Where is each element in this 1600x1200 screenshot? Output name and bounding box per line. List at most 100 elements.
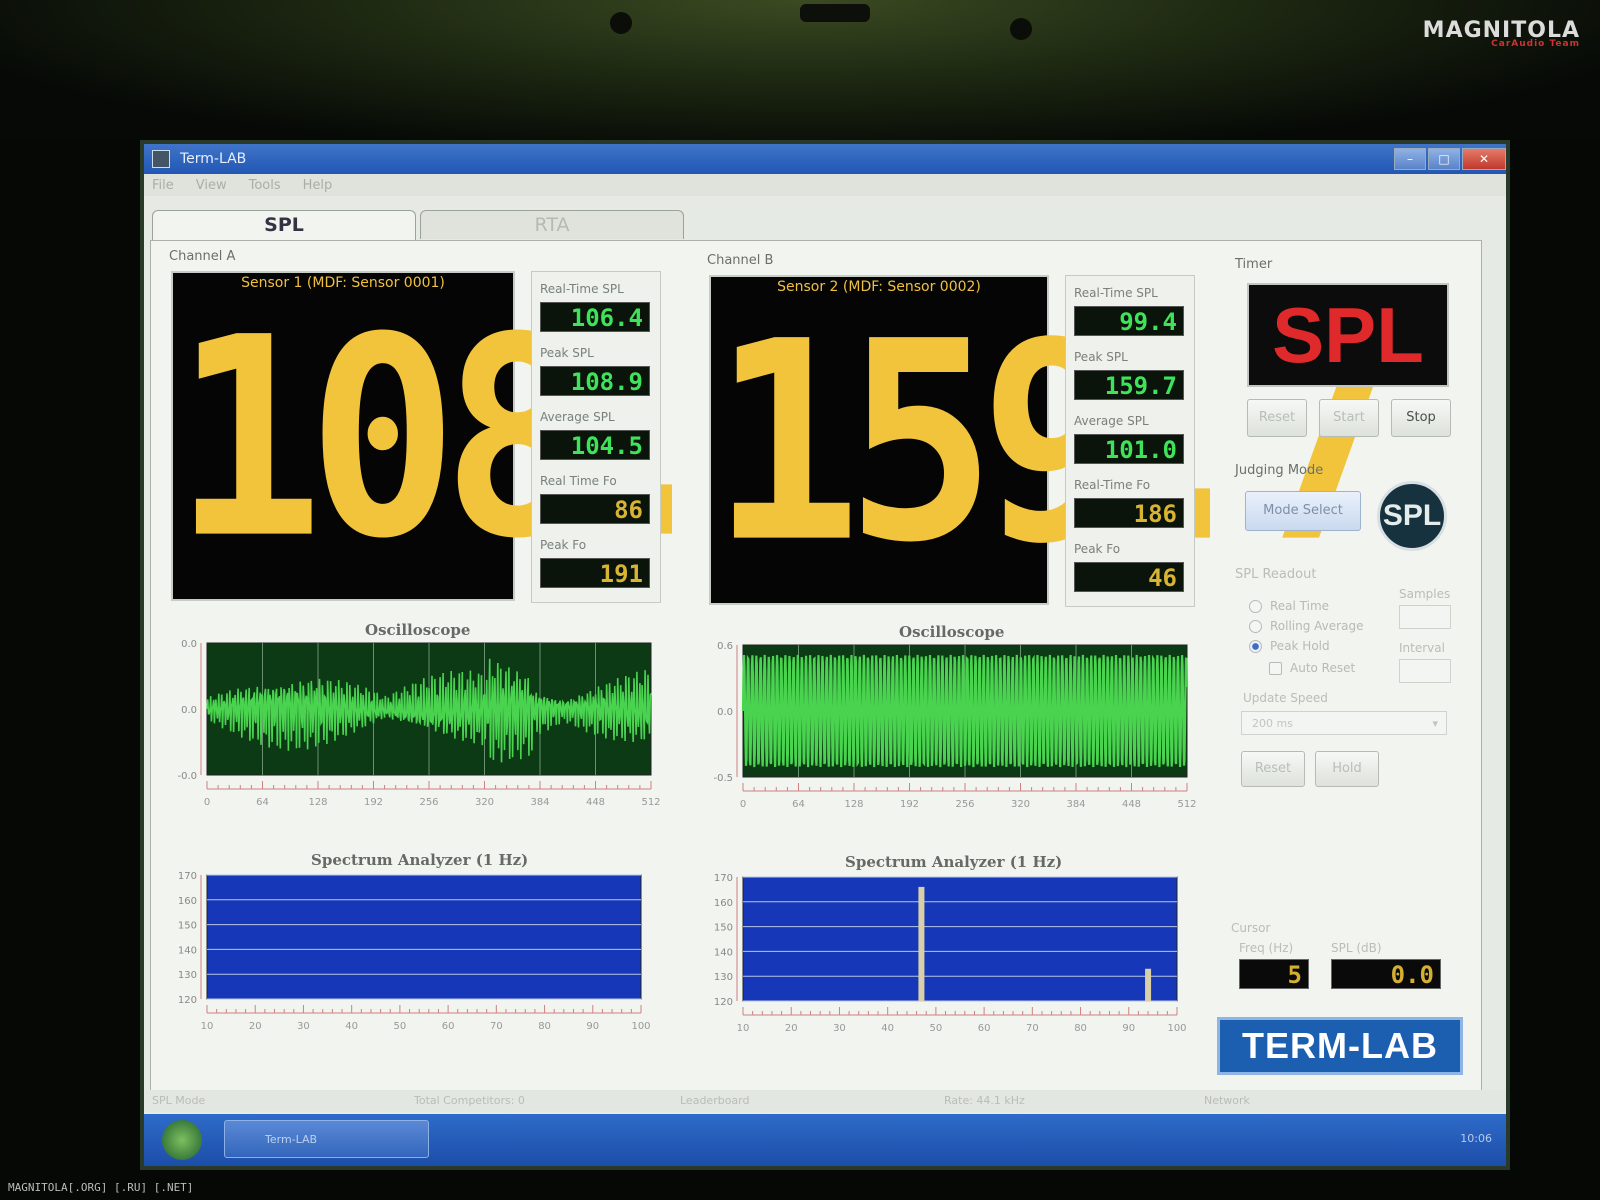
timer-reset-button[interactable]: Reset [1247, 399, 1307, 437]
x-tick-label: 30 [297, 1021, 310, 1032]
x-tick-label: 320 [475, 797, 494, 808]
metric-label: Peak SPL [540, 346, 594, 360]
taskbar-item-termlab[interactable]: Term-LAB [224, 1120, 429, 1158]
x-tick-label: 256 [955, 799, 974, 810]
interval-input[interactable] [1399, 659, 1451, 683]
x-tick-label: 60 [442, 1021, 455, 1032]
x-tick-label: 80 [538, 1021, 551, 1032]
cursor-spl-value: 0.0 [1331, 959, 1441, 989]
osc-a-title: Oscilloscope [365, 621, 471, 639]
spectrum-peak [918, 886, 925, 1001]
readout-hold-button[interactable]: Hold [1315, 751, 1379, 787]
x-tick-label: 60 [978, 1023, 991, 1034]
samples-label: Samples [1399, 587, 1451, 601]
menu-view[interactable]: View [196, 178, 227, 193]
spl-panel: Channel A Sensor 1 (MDF: Sensor 0001) 10… [150, 240, 1482, 1092]
peak-fo-value: 191 [540, 558, 650, 588]
metric-label: Real-Time SPL [540, 282, 624, 296]
status-mode: SPL Mode [152, 1094, 206, 1107]
spectrum-b: 170 160 150 140 130 120 10 20 30 40 50 60 70 80 90 100 [707, 873, 1207, 1053]
peak-spl-value: 108.9 [540, 366, 650, 396]
close-button[interactable]: ✕ [1462, 148, 1506, 170]
auto-reset-checkbox[interactable]: Auto Reset [1269, 661, 1355, 675]
interval-label: Interval [1399, 641, 1445, 655]
update-speed-dropdown[interactable]: 200 ms ▾ [1241, 711, 1447, 735]
maximize-button[interactable]: □ [1428, 148, 1460, 170]
readout-peakhold-option[interactable]: Peak Hold [1249, 639, 1330, 653]
option-label: Rolling Average [1270, 619, 1364, 633]
channel-a-label: Channel A [169, 249, 236, 264]
timer-stop-button[interactable]: Stop [1391, 399, 1451, 437]
x-tick-label: 10 [737, 1023, 750, 1034]
y-tick-label: 150 [178, 921, 197, 932]
x-tick-label: 0 [204, 797, 210, 808]
x-tick-label: 40 [881, 1023, 894, 1034]
checkbox-icon [1269, 661, 1282, 675]
y-tick-label: 120 [178, 995, 197, 1006]
spl-logo: SPL [1377, 481, 1447, 551]
y-tick-label: 130 [178, 970, 197, 981]
x-tick-label: 64 [792, 799, 805, 810]
footer-watermark: MAGNITOLA[.ORG] [.RU] [.NET] [8, 1181, 194, 1194]
radio-selected-icon [1249, 639, 1262, 653]
channel-b-value: 159.7 [711, 282, 1400, 603]
readout-reset-button[interactable]: Reset [1241, 751, 1305, 787]
metric-label: Real-Time Fo [1074, 478, 1151, 492]
x-tick-label: 10 [201, 1021, 214, 1032]
x-tick-label: 30 [833, 1023, 846, 1034]
x-tick-label: 192 [364, 797, 383, 808]
x-tick-label: 320 [1011, 799, 1030, 810]
realtime-spl-value: 106.4 [540, 302, 650, 332]
readout-realtime-option[interactable]: Real Time [1249, 599, 1329, 613]
tab-rta[interactable]: RTA [420, 210, 684, 239]
window-title: Term-LAB [180, 151, 247, 167]
x-tick-label: 20 [249, 1021, 262, 1032]
radio-icon [1249, 619, 1262, 633]
readout-rolling-option[interactable]: Rolling Average [1249, 619, 1363, 633]
x-tick-label: 70 [490, 1021, 503, 1032]
option-label: Real Time [1270, 599, 1330, 613]
channel-a-metrics: Real-Time SPL 106.4 Peak SPL 108.9 Avera… [531, 271, 661, 603]
status-leaderboard[interactable]: Leaderboard [680, 1094, 749, 1107]
x-tick-label: 90 [1122, 1023, 1135, 1034]
title-bar: Term-LAB – □ ✕ [144, 144, 1506, 174]
spectrum-b-title: Spectrum Analyzer (1 Hz) [845, 853, 1063, 871]
y-tick-label: 150 [714, 923, 733, 934]
x-tick-label: 448 [586, 797, 605, 808]
menu-file[interactable]: File [152, 178, 174, 193]
x-tick-label: 100 [1167, 1023, 1186, 1034]
taskbar: Term-LAB 10:06 [144, 1114, 1506, 1166]
minimize-button[interactable]: – [1394, 148, 1426, 170]
spectrum-a-title: Spectrum Analyzer (1 Hz) [311, 851, 529, 869]
spectrum-b-svg: 170 160 150 140 130 120 10 20 30 40 50 60 70 80 90 100 [714, 873, 1187, 1034]
metric-label: Average SPL [1074, 414, 1149, 428]
tab-spl[interactable]: SPL [152, 210, 416, 242]
y-tick-label: 170 [178, 871, 197, 882]
term-lab-logo: TERM-LAB [1217, 1017, 1463, 1075]
mode-select-button[interactable]: Mode Select [1245, 491, 1361, 531]
option-label: Peak Hold [1270, 639, 1330, 653]
metric-label: Real-Time SPL [1074, 286, 1158, 300]
channel-b-metrics: Real-Time SPL 99.4 Peak SPL 159.7 Averag… [1065, 275, 1195, 607]
x-tick-label: 50 [930, 1023, 943, 1034]
timer-start-button[interactable]: Start [1319, 399, 1379, 437]
x-tick-label: 448 [1122, 799, 1141, 810]
menu-help[interactable]: Help [303, 178, 333, 193]
realtime-fo-value: 186 [1074, 498, 1184, 528]
y-tick-label: 140 [714, 947, 733, 958]
wall-hole [610, 12, 632, 34]
y-tick-label: 0.0 [717, 707, 733, 718]
menu-tools[interactable]: Tools [249, 178, 281, 193]
metric-label: Average SPL [540, 410, 615, 424]
realtime-fo-value: 86 [540, 494, 650, 524]
tab-bar: SPL RTA [152, 210, 688, 242]
y-tick-label: 0.0 [181, 639, 197, 650]
start-button-icon[interactable] [162, 1120, 202, 1160]
x-tick-label: 512 [1177, 799, 1196, 810]
peak-spl-value: 159.7 [1074, 370, 1184, 400]
judging-mode-label: Judging Mode [1235, 463, 1324, 478]
app-icon [152, 150, 170, 168]
metric-label: Peak SPL [1074, 350, 1128, 364]
channel-a-display: Sensor 1 (MDF: Sensor 0001) 108.9 [171, 271, 862, 601]
samples-input[interactable] [1399, 605, 1451, 629]
